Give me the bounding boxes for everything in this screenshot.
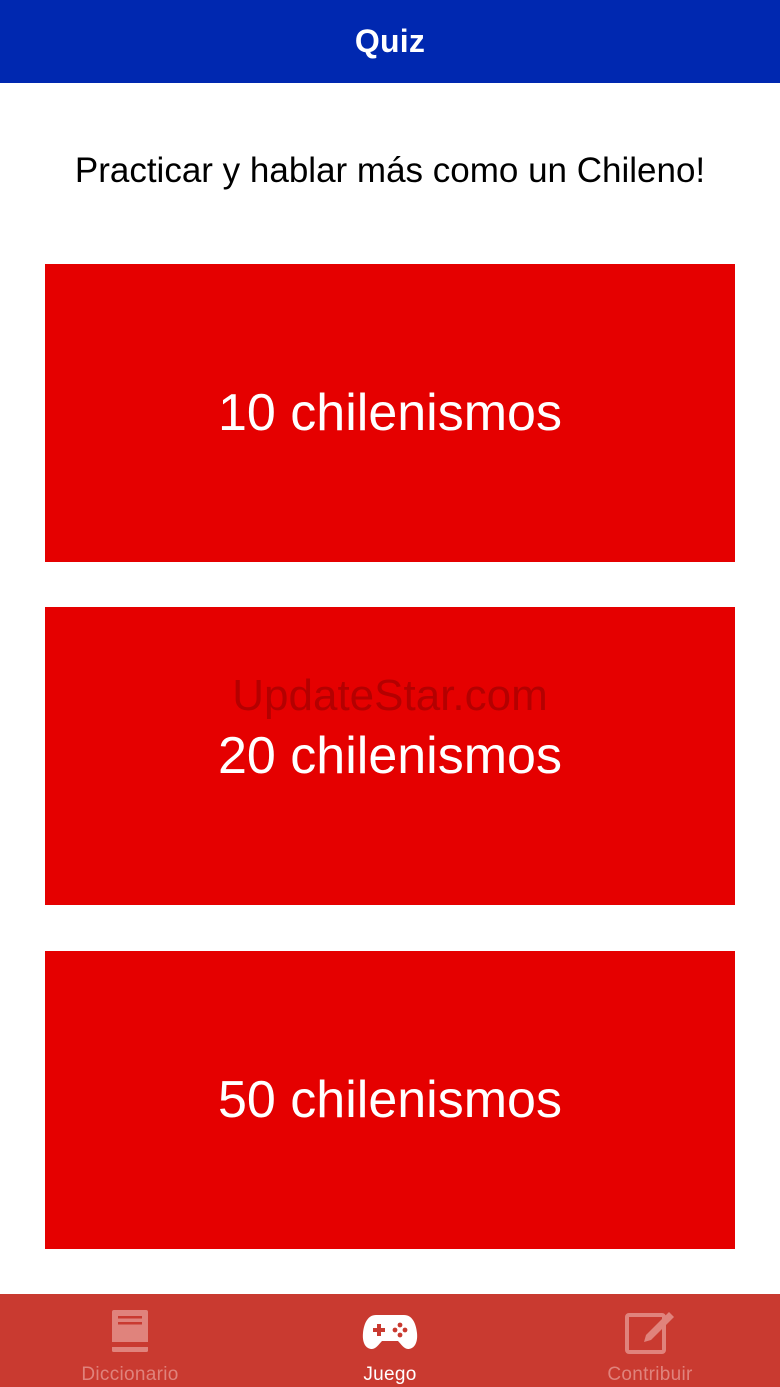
tab-contribuir-label: Contribuir [607, 1364, 693, 1385]
quiz-20-button[interactable]: UpdateStar.com 20 chilenismos [45, 607, 735, 905]
quiz-content: Practicar y hablar más como un Chileno! … [0, 83, 780, 1294]
tab-diccionario-label: Diccionario [81, 1364, 179, 1385]
book-icon [100, 1306, 160, 1356]
tab-juego-label: Juego [363, 1364, 417, 1385]
quiz-50-button[interactable]: 50 chilenismos [45, 951, 735, 1249]
watermark-text: UpdateStar.com [232, 671, 548, 720]
tab-contribuir[interactable]: Contribuir [520, 1294, 780, 1387]
page-title: Quiz [354, 23, 426, 59]
gamepad-icon [360, 1306, 420, 1356]
quiz-10-label: 10 chilenismos [218, 384, 562, 442]
tab-juego[interactable]: Juego [260, 1294, 520, 1387]
app-screen: Quiz Practicar y hablar más como un Chil… [0, 0, 780, 1387]
quiz-50-label: 50 chilenismos [218, 1071, 562, 1129]
tab-diccionario[interactable]: Diccionario [0, 1294, 260, 1387]
quiz-10-button[interactable]: 10 chilenismos [45, 264, 735, 562]
quiz-subtitle: Practicar y hablar más como un Chileno! [74, 151, 706, 190]
quiz-20-label: 20 chilenismos [218, 727, 562, 785]
compose-icon [620, 1306, 680, 1356]
tab-bar: Diccionario Juego Contribuir [0, 1294, 780, 1387]
navigation-bar: Quiz [0, 0, 780, 83]
